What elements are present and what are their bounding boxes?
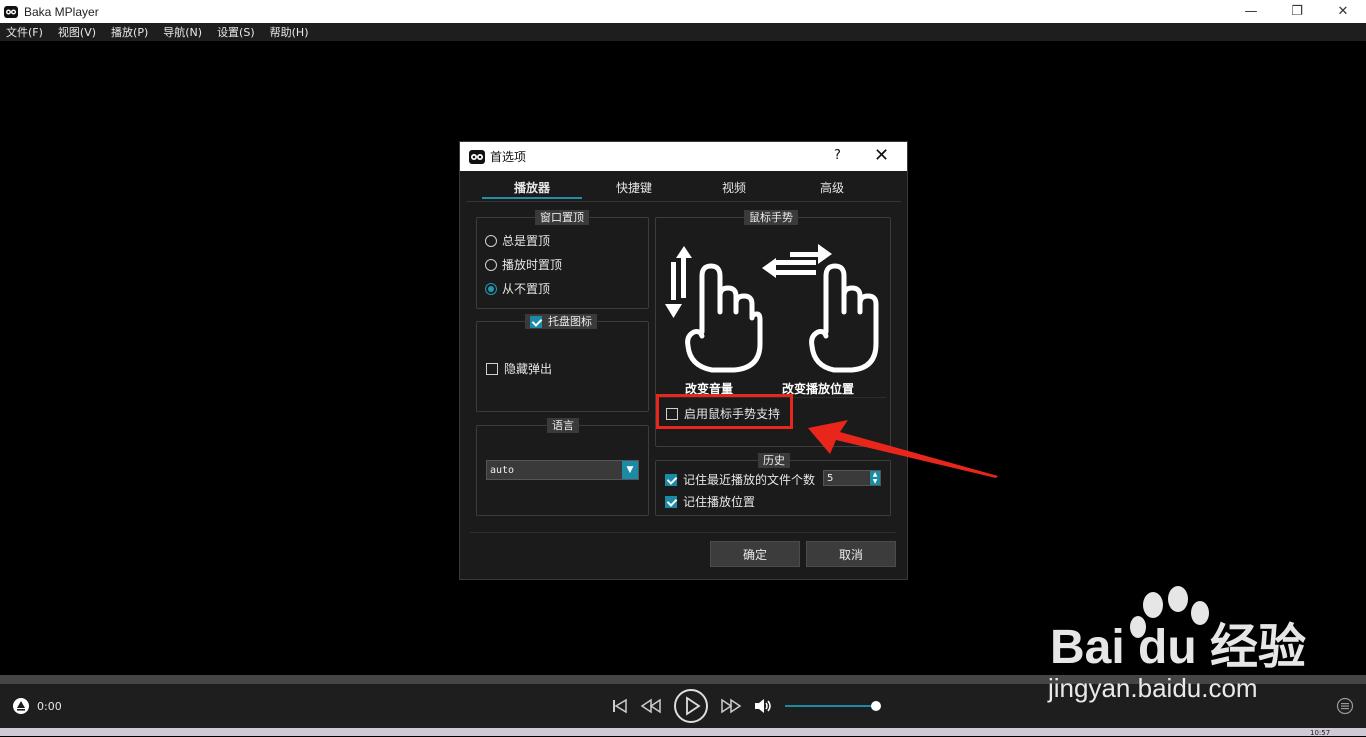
rewind-icon[interactable] — [640, 698, 662, 714]
hand-icon — [685, 263, 763, 373]
remember-position-label: 记住播放位置 — [683, 495, 756, 509]
tray-group-label: 托盘图标 — [548, 315, 592, 328]
dialog-title: 首选项 — [490, 150, 527, 164]
gestures-group-title: 鼠标手势 — [744, 210, 798, 225]
annotation-arrow-icon — [808, 420, 998, 478]
menu-bar: 文件(F) 视图(V) 播放(P) 导航(N) 设置(S) 帮助(H) — [0, 23, 1366, 41]
tab-bar: 播放器 快捷键 视频 高级 — [460, 177, 907, 201]
cancel-button[interactable]: 取消 — [806, 541, 896, 567]
tab-advanced[interactable]: 高级 — [782, 177, 882, 199]
hand-icon — [809, 263, 879, 373]
owl-dialog-icon — [469, 149, 485, 164]
button-divider — [470, 532, 896, 533]
history-group-title: 历史 — [758, 453, 790, 468]
remember-position-option[interactable]: 记住播放位置 — [665, 493, 755, 510]
menu-view[interactable]: 视图(V) — [58, 24, 96, 40]
open-file-icon[interactable] — [12, 697, 30, 715]
volume-icon[interactable] — [753, 698, 773, 714]
radio-indicator[interactable] — [485, 282, 497, 295]
menu-help[interactable]: 帮助(H) — [270, 24, 309, 40]
volume-slider-handle[interactable] — [871, 701, 881, 711]
radio-always-ontop[interactable]: 总是置顶 — [485, 232, 550, 249]
play-icon[interactable] — [673, 688, 709, 724]
language-select[interactable]: auto ▼ — [486, 460, 639, 480]
language-group-title: 语言 — [547, 418, 579, 433]
remember-recent-option[interactable]: 记住最近播放的文件个数 — [665, 471, 815, 488]
menu-settings[interactable]: 设置(S) — [217, 24, 255, 40]
restore-button[interactable]: ❐ — [1274, 0, 1320, 23]
watermark-url: jingyan.baidu.com — [1048, 673, 1258, 703]
baidu-jingyan-watermark: Bai du 经验 jingyan.baidu.com — [1040, 585, 1310, 710]
radio-label: 总是置顶 — [502, 234, 551, 248]
time-elapsed: 0:00 — [37, 700, 62, 713]
radio-indicator[interactable] — [485, 258, 497, 271]
dialog-close-button[interactable]: ✕ — [874, 145, 889, 166]
menu-play[interactable]: 播放(P) — [111, 24, 148, 40]
owl-app-icon — [4, 5, 18, 18]
watermark-brand: Bai du 经验 — [1050, 621, 1307, 674]
hide-popup-checkbox[interactable] — [486, 362, 498, 375]
radio-never-ontop[interactable]: 从不置顶 — [485, 280, 550, 297]
tab-video[interactable]: 视频 — [684, 177, 784, 199]
tab-player[interactable]: 播放器 — [482, 177, 582, 199]
language-select-value: auto — [490, 464, 515, 476]
remember-recent-label: 记住最近播放的文件个数 — [683, 473, 816, 487]
volume-slider-track[interactable] — [785, 705, 875, 707]
menu-navigate[interactable]: 导航(N) — [163, 24, 202, 40]
playlist-icon[interactable] — [1336, 697, 1354, 715]
tray-group-title[interactable]: 托盘图标 — [525, 314, 597, 329]
annotation-highlight-box — [656, 394, 793, 429]
horizontal-arrow-icon — [762, 244, 832, 278]
radio-label: 播放时置顶 — [502, 258, 563, 272]
taskbar — [0, 728, 1366, 736]
tab-divider — [466, 201, 901, 202]
tab-shortcuts[interactable]: 快捷键 — [584, 177, 684, 199]
radio-indicator[interactable] — [485, 234, 497, 247]
radio-label: 从不置顶 — [502, 282, 551, 296]
fast-forward-icon[interactable] — [720, 698, 742, 714]
ok-button[interactable]: 确定 — [710, 541, 800, 567]
tray-enabled-checkbox[interactable] — [530, 315, 542, 328]
window-titlebar: Baka MPlayer — ❐ ✕ — [0, 0, 1366, 23]
close-window-button[interactable]: ✕ — [1320, 0, 1366, 23]
menu-file[interactable]: 文件(F) — [6, 24, 43, 40]
vertical-arrow-icon — [665, 246, 692, 318]
window-title: Baka MPlayer — [24, 4, 99, 19]
minimize-button[interactable]: — — [1228, 0, 1274, 23]
radio-ontop-while-playing[interactable]: 播放时置顶 — [485, 256, 562, 273]
ontop-group-title: 窗口置顶 — [535, 210, 589, 225]
dialog-titlebar: 首选项 ? ✕ — [460, 142, 907, 171]
hide-popup-option[interactable]: 隐藏弹出 — [486, 360, 552, 377]
gesture-illustration — [665, 244, 879, 373]
help-button[interactable]: ? — [834, 148, 841, 163]
remember-recent-checkbox[interactable] — [665, 473, 677, 486]
remember-position-checkbox[interactable] — [665, 495, 677, 508]
hide-popup-label: 隐藏弹出 — [504, 362, 553, 376]
previous-track-icon[interactable] — [611, 698, 629, 714]
chevron-down-icon[interactable]: ▼ — [622, 461, 638, 479]
